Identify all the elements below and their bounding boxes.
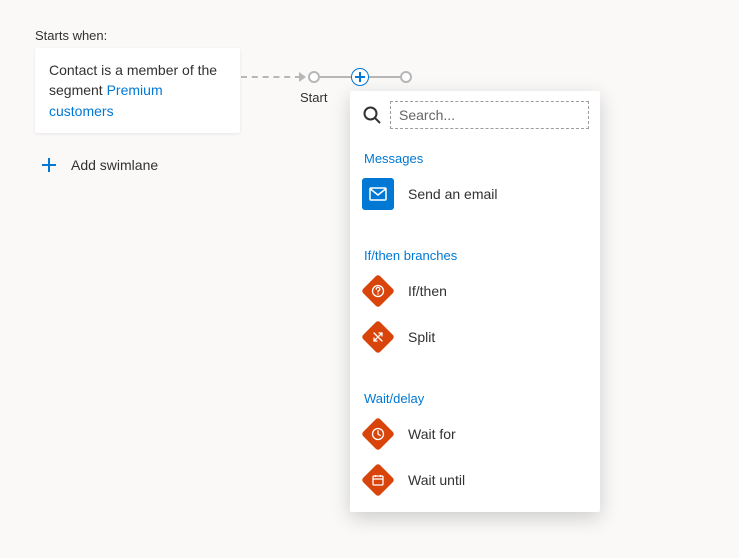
action-wait-until[interactable]: Wait until xyxy=(362,462,582,498)
plus-icon xyxy=(355,72,365,82)
question-icon xyxy=(362,275,394,307)
trigger-card[interactable]: Contact is a member of the segment Premi… xyxy=(35,48,240,133)
email-icon xyxy=(362,178,394,210)
action-split[interactable]: Split xyxy=(362,319,582,355)
category-wait: Wait/delay xyxy=(364,391,582,406)
end-node[interactable] xyxy=(400,71,412,83)
start-label: Start xyxy=(300,90,327,105)
connector-dashed xyxy=(241,76,301,78)
action-label: If/then xyxy=(408,283,447,299)
connector-arrowhead xyxy=(299,72,306,82)
add-step-button[interactable] xyxy=(351,68,369,86)
action-label: Split xyxy=(408,329,435,345)
action-wait-for[interactable]: Wait for xyxy=(362,416,582,452)
calendar-icon xyxy=(362,464,394,496)
journey-canvas: Starts when: Contact is a member of the … xyxy=(0,0,739,558)
action-label: Send an email xyxy=(408,186,498,202)
search-icon xyxy=(362,103,382,127)
action-label: Wait for xyxy=(408,426,456,442)
category-branches: If/then branches xyxy=(364,248,582,263)
search-input[interactable] xyxy=(390,101,589,129)
action-picker-popup: Messages Send an email If/then branches … xyxy=(350,91,600,512)
starts-when-label: Starts when: xyxy=(35,28,107,43)
action-if-then[interactable]: If/then xyxy=(362,273,582,309)
action-label: Wait until xyxy=(408,472,465,488)
category-messages: Messages xyxy=(364,151,582,166)
plus-icon xyxy=(41,157,57,173)
add-swimlane-label: Add swimlane xyxy=(71,157,158,173)
split-icon xyxy=(362,321,394,353)
action-send-email[interactable]: Send an email xyxy=(362,176,582,212)
clock-icon xyxy=(362,418,394,450)
add-swimlane-button[interactable]: Add swimlane xyxy=(41,157,158,173)
search-row xyxy=(362,101,588,129)
start-node[interactable] xyxy=(308,71,320,83)
action-list-scroll[interactable]: Messages Send an email If/then branches … xyxy=(362,143,588,505)
